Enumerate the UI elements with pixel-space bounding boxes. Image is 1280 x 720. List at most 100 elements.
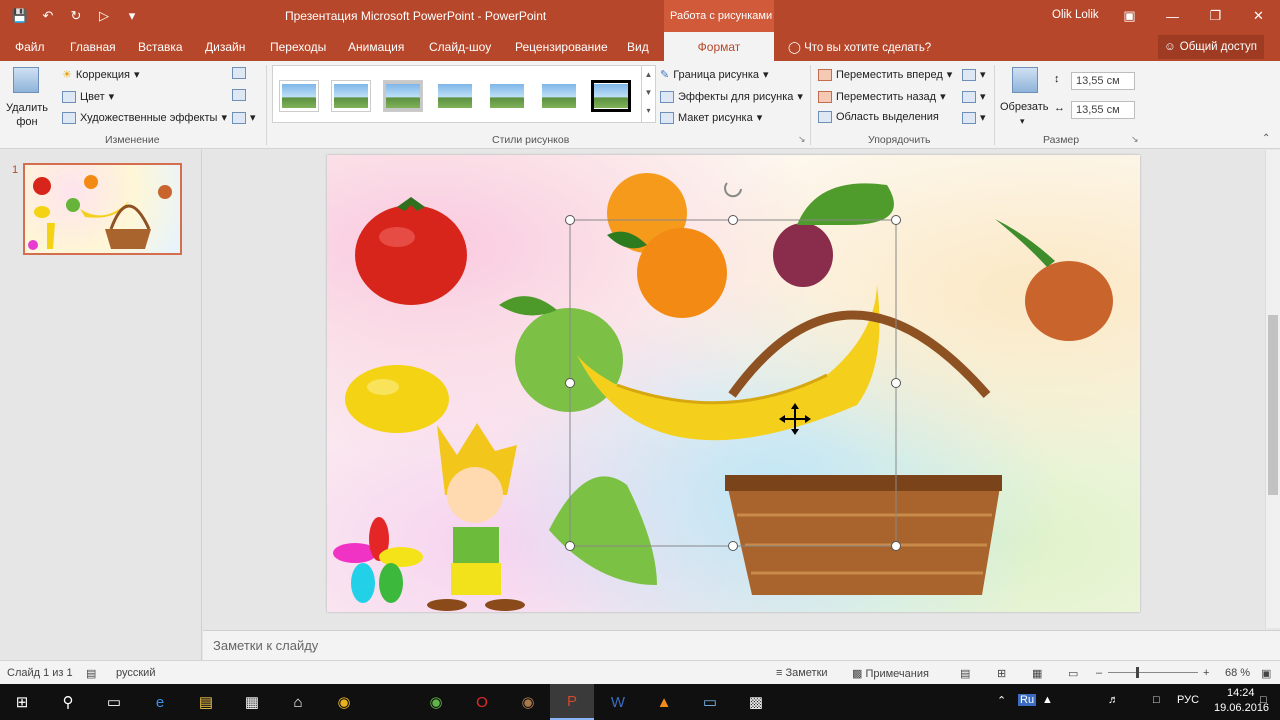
cartoon-character-image[interactable]	[427, 423, 525, 611]
orange-image[interactable]	[607, 173, 727, 318]
tab-animations[interactable]: Анимация	[348, 40, 404, 54]
onion-image[interactable]	[995, 219, 1113, 341]
redo-icon[interactable]: ↻	[64, 4, 88, 28]
slide-sorter-icon[interactable]: ⊞	[997, 667, 1006, 680]
language-indicator[interactable]: русский	[116, 667, 155, 679]
picture-style-7[interactable]	[591, 80, 631, 112]
search-icon[interactable]: ⚲	[46, 684, 90, 720]
windows-start-icon[interactable]: ⊞	[0, 684, 44, 720]
save-icon[interactable]: 💾	[8, 4, 32, 28]
app-icon[interactable]: ◉	[414, 684, 458, 720]
picture-style-6[interactable]	[539, 80, 579, 112]
ime-indicator[interactable]: Ru	[1018, 694, 1037, 706]
slide-thumbnail[interactable]	[23, 163, 182, 255]
notes-toggle-button[interactable]: ≡ Заметки	[776, 667, 828, 679]
align-icon[interactable]: ▾	[962, 68, 986, 81]
change-picture-icon[interactable]	[232, 89, 246, 101]
word-taskbar-icon[interactable]: W	[596, 684, 640, 720]
picture-style-1[interactable]	[279, 80, 319, 112]
comments-button[interactable]: ▩ Примечания	[852, 667, 929, 680]
tab-file[interactable]: Файл	[15, 40, 45, 54]
customize-qat-icon[interactable]: ▾	[120, 4, 144, 28]
tab-home[interactable]: Главная	[70, 40, 116, 54]
edge-browser-icon[interactable]: e	[138, 684, 182, 720]
tray-expand-icon[interactable]: ⌃	[997, 694, 1006, 707]
tab-design[interactable]: Дизайн	[205, 40, 245, 54]
remove-background-button[interactable]: Удалить фон	[5, 101, 49, 129]
task-view-icon[interactable]: ▭	[92, 684, 136, 720]
fit-slide-icon[interactable]: ▣	[1261, 667, 1271, 680]
picture-style-5[interactable]	[487, 80, 527, 112]
store-icon[interactable]: ▦	[230, 684, 274, 720]
tab-slideshow[interactable]: Слайд-шоу	[429, 40, 491, 54]
input-language[interactable]: РУС	[1177, 694, 1199, 706]
zoom-slider[interactable]	[1108, 672, 1198, 673]
restore-button[interactable]: ❐	[1194, 0, 1237, 32]
picture-style-2[interactable]	[331, 80, 371, 112]
reset-picture-icon[interactable]: ▾	[232, 111, 256, 124]
vertical-scrollbar[interactable]	[1265, 150, 1280, 628]
clock-time[interactable]: 14:24	[1227, 687, 1255, 699]
color-button[interactable]: Цвет ▾	[62, 90, 114, 103]
tab-review[interactable]: Рецензирование	[515, 40, 608, 54]
zoom-out-icon[interactable]: –	[1096, 667, 1102, 679]
selection-pane-button[interactable]: Область выделения	[818, 111, 939, 123]
slideshow-view-icon[interactable]: ▭	[1068, 667, 1078, 680]
app-icon[interactable]: ◉	[506, 684, 550, 720]
group-objects-icon[interactable]: ▾	[962, 90, 986, 103]
pinwheel-image[interactable]	[333, 517, 423, 603]
compress-pictures-icon[interactable]	[232, 67, 246, 79]
reading-view-icon[interactable]: ▦	[1032, 667, 1042, 680]
user-name[interactable]: Olik Lolik	[1052, 9, 1099, 21]
file-explorer-icon[interactable]: ▤	[184, 684, 228, 720]
monitor-icon[interactable]: ▭	[688, 684, 732, 720]
undo-icon[interactable]: ↶	[36, 4, 60, 28]
height-input[interactable]: 13,55 см	[1071, 72, 1135, 90]
share-button[interactable]: ☺ Общий доступ	[1158, 35, 1264, 59]
vlc-icon[interactable]: ▲	[642, 684, 686, 720]
lemon-image[interactable]	[345, 365, 449, 433]
slide-canvas[interactable]	[327, 155, 1140, 612]
notes-pane[interactable]: Заметки к слайду	[203, 630, 1280, 660]
tell-me-search[interactable]: ◯ Что вы хотите сделать?	[788, 40, 931, 54]
zoom-slider-thumb[interactable]	[1136, 667, 1139, 678]
dialog-launcher-icon[interactable]: ↘	[798, 134, 806, 145]
volume-icon[interactable]: ♬	[1108, 694, 1119, 706]
tab-transitions[interactable]: Переходы	[270, 40, 326, 54]
bring-forward-button[interactable]: Переместить вперед ▾	[818, 68, 952, 81]
minimize-button[interactable]: —	[1151, 0, 1194, 32]
send-backward-button[interactable]: Переместить назад ▾	[818, 90, 946, 103]
collapse-ribbon-icon[interactable]: ⌃	[1262, 133, 1270, 144]
lettuce-image[interactable]	[549, 476, 657, 585]
picture-border-button[interactable]: ✎ Граница рисунка ▾	[660, 68, 769, 82]
notification-icon[interactable]: □	[1260, 694, 1267, 706]
rotate-icon[interactable]: ▾	[962, 111, 986, 124]
chevron-down-icon[interactable]: ▾	[1020, 116, 1025, 127]
zoom-in-icon[interactable]: +	[1203, 667, 1209, 679]
picture-style-3[interactable]	[383, 80, 423, 112]
beet-image[interactable]	[773, 183, 894, 287]
powerpoint-taskbar-icon[interactable]: P	[550, 684, 594, 720]
opera-icon[interactable]: O	[460, 684, 504, 720]
picture-effects-button[interactable]: Эффекты для рисунка ▾	[660, 90, 803, 103]
picture-style-4[interactable]	[435, 80, 475, 112]
gallery-scroll[interactable]: ▲ ▼ ▾	[641, 66, 655, 122]
tomato-image[interactable]	[355, 197, 467, 305]
correction-button[interactable]: ☀ Коррекция ▾	[62, 68, 140, 82]
network-icon[interactable]: ▲	[1042, 694, 1053, 706]
home-icon[interactable]: ⌂	[276, 684, 320, 720]
picture-layout-button[interactable]: Макет рисунка ▾	[660, 111, 762, 124]
width-input[interactable]: 13,55 см	[1071, 101, 1135, 119]
tab-view[interactable]: Вид	[627, 40, 649, 54]
ribbon-display-icon[interactable]: ▣	[1108, 0, 1151, 32]
art-effects-button[interactable]: Художественные эффекты ▾	[62, 111, 227, 124]
spellcheck-icon[interactable]: ▤	[86, 667, 96, 680]
zoom-level[interactable]: 68 %	[1225, 667, 1250, 679]
close-button[interactable]: ✕	[1237, 0, 1280, 32]
normal-view-icon[interactable]: ▤	[960, 667, 970, 680]
app-icon[interactable]: ▩	[734, 684, 778, 720]
start-slideshow-icon[interactable]: ▷	[92, 4, 116, 28]
tab-insert[interactable]: Вставка	[138, 40, 183, 54]
dialog-launcher-icon[interactable]: ↘	[1131, 134, 1139, 145]
scrollbar-thumb[interactable]	[1268, 315, 1278, 495]
